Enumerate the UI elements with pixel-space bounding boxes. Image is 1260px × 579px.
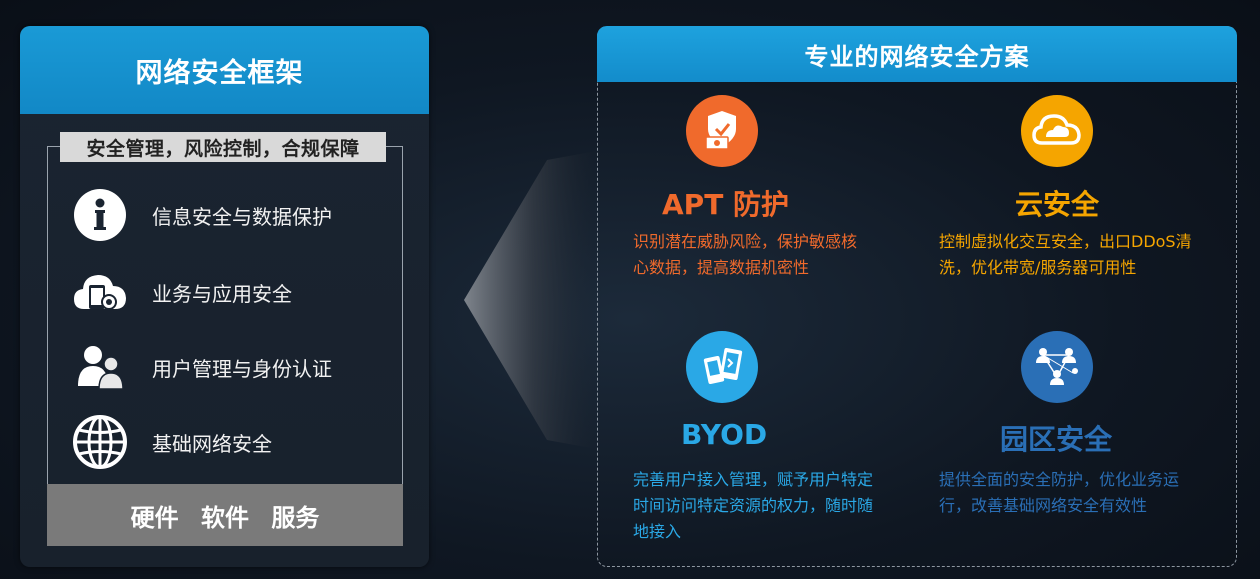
framework-item-label: 信息安全与数据保护 [152, 204, 332, 229]
framework-item-label: 用户管理与身份认证 [152, 356, 332, 381]
solution-title: 专业的网络安全方案 [804, 42, 1030, 71]
feature-desc-line: 控制虚拟化交互安全，出口DDoS清 [939, 232, 1192, 251]
framework-item-identity: 用户管理与身份认证 [72, 339, 332, 395]
feature-desc-line: 行，改善基础网络安全有效性 [939, 496, 1148, 515]
feature-title-campus: 园区安全 [1000, 423, 1113, 456]
feature-title-apt: APT 防护 [662, 188, 790, 221]
feature-desc-line: 识别潜在威胁风险，保护敏感核 [633, 232, 858, 251]
feature-title-byod: BYOD [681, 418, 768, 451]
framework-tag: 安全管理，风险控制，合规保障 [60, 132, 386, 162]
framework-panel: 网络安全框架 安全管理，风险控制，合规保障 信息安全与数据保护 业务与应用安全 … [20, 26, 429, 567]
feature-desc-apt: 识别潜在威胁风险，保护敏感核 心数据，提高数据机密性 [633, 229, 857, 281]
feature-desc-line: 提供全面的安全防护，优化业务运 [939, 470, 1180, 489]
feature-desc-campus: 提供全面的安全防护，优化业务运 行，改善基础网络安全有效性 [939, 467, 1179, 519]
feature-desc-line: 地接入 [633, 522, 682, 541]
connector-arrow [464, 150, 602, 450]
framework-item-network: 基础网络安全 [72, 414, 272, 470]
feature-desc-line: 时间访问特定资源的权力，随时随 [633, 496, 874, 515]
feature-desc-byod: 完善用户接入管理，赋予用户特定 时间访问特定资源的权力，随时随 地接入 [633, 467, 873, 545]
framework-item-data-protection: 信息安全与数据保护 [72, 187, 332, 243]
feature-desc-cloud: 控制虚拟化交互安全，出口DDoS清 洗，优化带宽/服务器可用性 [939, 229, 1192, 281]
feature-desc-line: 洗，优化带宽/服务器可用性 [939, 258, 1137, 277]
framework-item-app-security: 业务与应用安全 [72, 264, 292, 320]
cloud-app-icon [72, 264, 128, 320]
shield-money-icon [686, 95, 758, 167]
cloud-icon [1021, 95, 1093, 167]
framework-footer: 硬件 软件 服务 [47, 484, 403, 546]
framework-header: 网络安全框架 [20, 26, 429, 114]
feature-desc-line: 完善用户接入管理，赋予用户特定 [633, 470, 874, 489]
globe-icon [72, 414, 128, 470]
users-icon [72, 339, 128, 395]
framework-item-label: 基础网络安全 [152, 431, 272, 456]
framework-title: 网络安全框架 [135, 57, 304, 89]
framework-item-label: 业务与应用安全 [152, 281, 292, 306]
feature-desc-line: 心数据，提高数据机密性 [633, 258, 810, 277]
info-icon [72, 187, 128, 243]
feature-title-cloud: 云安全 [1015, 188, 1100, 221]
network-people-icon [1021, 331, 1093, 403]
solution-header: 专业的网络安全方案 [597, 26, 1237, 82]
mobile-devices-icon [686, 331, 758, 403]
